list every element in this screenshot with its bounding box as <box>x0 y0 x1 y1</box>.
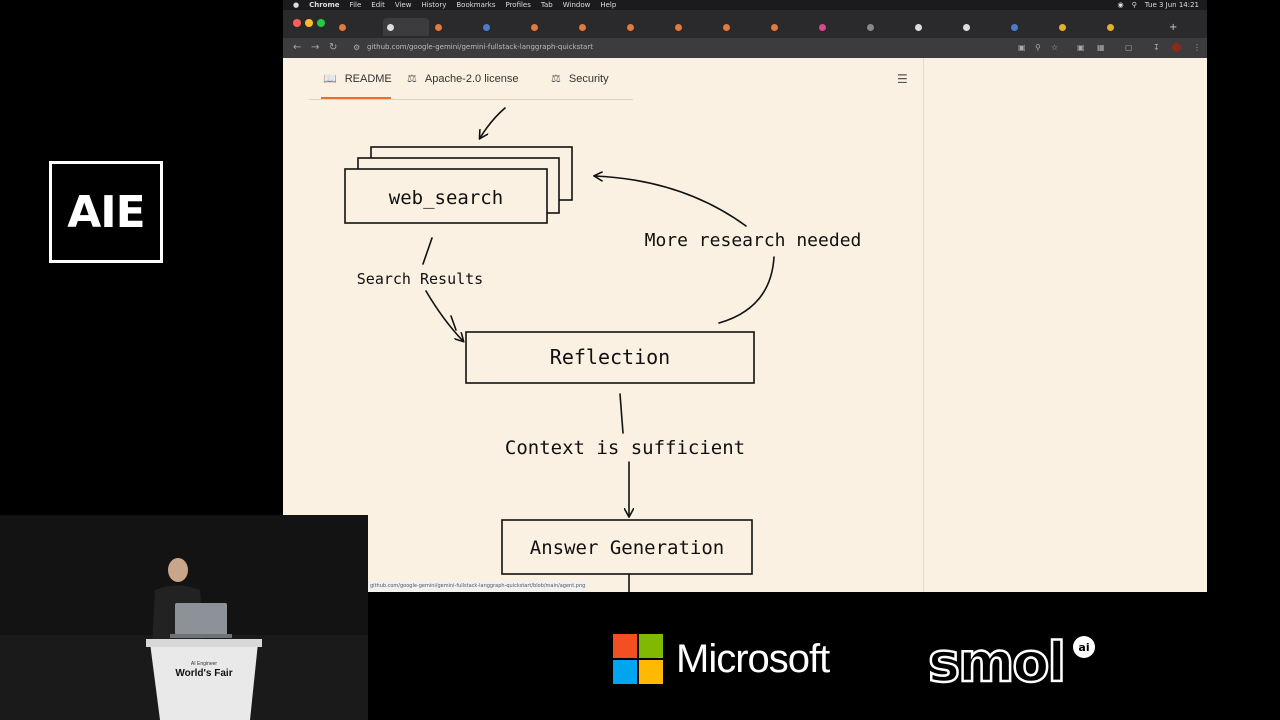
menu-help[interactable]: Help <box>600 1 616 9</box>
tab-favicon-icon <box>1059 23 1066 31</box>
extension-icon[interactable]: ▣ <box>1077 43 1085 52</box>
agent-diagram: web_search Search Results More research … <box>344 107 862 592</box>
apple-icon[interactable]: ● <box>293 1 299 9</box>
tab-favicon-icon <box>1011 23 1018 31</box>
menu-tab[interactable]: Tab <box>541 1 553 9</box>
microsoft-logo-icon <box>613 634 663 684</box>
tab-favicon-icon <box>339 23 346 31</box>
more-research-label: More research needed <box>645 230 862 251</box>
smol-wordmark: smol <box>928 633 1064 689</box>
mac-menubar: ● Chrome File Edit View History Bookmark… <box>283 0 1207 10</box>
tab-favicon-icon <box>627 23 634 31</box>
tab-favicon-icon <box>483 23 490 31</box>
github-icon <box>387 23 394 31</box>
address-bar: ← → ↻ ⚙ github.com/google-gemini/gemini-… <box>283 38 1207 58</box>
browser-tab-active[interactable] <box>383 18 429 36</box>
browser-tab[interactable] <box>1103 18 1149 36</box>
minimize-window-button[interactable] <box>305 19 313 27</box>
browser-tab[interactable] <box>671 18 717 36</box>
browser-tab[interactable] <box>911 18 957 36</box>
url-field[interactable]: github.com/google-gemini/gemini-fullstac… <box>367 43 593 51</box>
browser-tab[interactable] <box>335 18 381 36</box>
edge-more-research-upper <box>595 176 747 227</box>
podium-text: World's Fair <box>175 668 232 679</box>
profile-avatar[interactable] <box>1172 43 1181 52</box>
aie-logo: AIE <box>49 161 163 263</box>
site-info-icon[interactable]: ⚙ <box>353 43 360 52</box>
forward-icon[interactable]: → <box>311 42 319 53</box>
menu-history[interactable]: History <box>421 1 446 9</box>
browser-window: ● Chrome File Edit View History Bookmark… <box>283 0 1207 592</box>
tab-favicon-icon <box>867 23 874 31</box>
speaker-head <box>168 558 188 582</box>
browser-tab[interactable] <box>1055 18 1101 36</box>
tab-favicon-icon <box>675 23 682 31</box>
microsoft-wordmark: Microsoft <box>676 637 830 681</box>
aie-logo-text: AIE <box>67 186 145 238</box>
stage: AIE ● Chrome File Edit View History Book… <box>0 0 1280 720</box>
reflection-label: Reflection <box>550 345 670 369</box>
back-icon[interactable]: ← <box>293 42 301 53</box>
menu-file[interactable]: File <box>350 1 362 9</box>
tab-favicon-icon <box>819 23 826 31</box>
tab-favicon-icon <box>915 23 922 31</box>
search-icon[interactable]: ⚲ <box>1132 1 1137 9</box>
tab-favicon-icon <box>531 23 538 31</box>
zoom-icon[interactable]: ⚲ <box>1035 43 1041 52</box>
answer-generation-label: Answer Generation <box>530 537 724 559</box>
menu-view[interactable]: View <box>395 1 412 9</box>
speaker-video: AI Engineer World's Fair <box>0 515 368 720</box>
edge-search-results-top <box>422 237 433 265</box>
edge-more-research-lower <box>718 256 775 324</box>
browser-tab[interactable] <box>719 18 765 36</box>
edge-search-results-bottom <box>425 290 463 341</box>
browser-tab[interactable] <box>863 18 909 36</box>
more-menu-icon[interactable]: ⋮ <box>1193 43 1201 52</box>
tab-favicon-icon <box>435 23 442 31</box>
tab-favicon-icon <box>1107 23 1114 31</box>
menu-app[interactable]: Chrome <box>309 1 339 9</box>
menubar-clock: Tue 3 Jun 14:21 <box>1144 1 1199 9</box>
menu-window[interactable]: Window <box>563 1 591 9</box>
close-window-button[interactable] <box>293 19 301 27</box>
tab-strip: + <box>283 10 1207 38</box>
status-bar-url: github.com/google-gemini/gemini-fullstac… <box>367 581 589 591</box>
new-tab-button[interactable]: + <box>1165 18 1179 36</box>
context-sufficient-label: Context is sufficient <box>505 437 745 459</box>
install-icon[interactable]: ▣ <box>1018 43 1026 52</box>
tab-favicon-icon <box>723 23 730 31</box>
browser-tab[interactable] <box>431 18 477 36</box>
smol-ai-logo: smol ai <box>928 633 1095 689</box>
menu-edit[interactable]: Edit <box>371 1 385 9</box>
menu-profiles[interactable]: Profiles <box>505 1 530 9</box>
browser-tab[interactable] <box>575 18 621 36</box>
download-icon[interactable]: ↧ <box>1153 43 1160 52</box>
search-results-label: Search Results <box>357 270 483 288</box>
menu-bookmarks[interactable]: Bookmarks <box>456 1 495 9</box>
bookmark-star-icon[interactable]: ☆ <box>1051 43 1058 52</box>
tab-favicon-icon <box>771 23 778 31</box>
laptop-icon <box>175 603 227 635</box>
incoming-arrow <box>480 107 506 138</box>
tab-favicon-icon <box>579 23 586 31</box>
puzzle-icon[interactable]: ▦ <box>1097 43 1105 52</box>
podium-small-text: AI Engineer <box>191 661 217 667</box>
tab-favicon-icon <box>963 23 970 31</box>
web-search-label: web_search <box>389 187 503 209</box>
edge-context-sufficient-top <box>619 393 624 434</box>
podium <box>150 643 258 720</box>
menubar-status: ◉ ⚲ Tue 3 Jun 14:21 <box>1118 0 1199 10</box>
browser-tab[interactable] <box>479 18 525 36</box>
browser-tab[interactable] <box>527 18 573 36</box>
reload-icon[interactable]: ↻ <box>329 42 337 53</box>
smol-badge-text: ai <box>1078 641 1089 654</box>
sidebar-icon[interactable]: ▢ <box>1125 43 1133 52</box>
browser-tab[interactable] <box>623 18 669 36</box>
browser-tab[interactable] <box>815 18 861 36</box>
browser-tab[interactable] <box>767 18 813 36</box>
browser-tab[interactable] <box>959 18 1005 36</box>
wifi-icon[interactable]: ◉ <box>1118 1 1124 9</box>
zoom-window-button[interactable] <box>317 19 325 27</box>
browser-tab[interactable] <box>1007 18 1053 36</box>
